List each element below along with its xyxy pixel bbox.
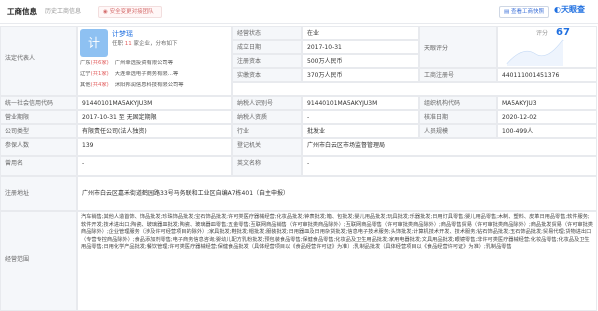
former-name-label: 曾用名 xyxy=(0,156,77,176)
staff-size-value: 100-499人 xyxy=(497,124,597,138)
spacer xyxy=(232,82,597,96)
credit-code-value: 91440101MA5AKYJU3M xyxy=(77,96,232,110)
address-value: 广州市白云区嘉禾街道鹤园路33号马务联和工业区自编A7栋401（自主申报） xyxy=(77,176,597,211)
taxpayer-qual-label: 纳税人资质 xyxy=(232,110,302,124)
authority-label: 登记机关 xyxy=(232,138,302,156)
approval-date-label: 核准日期 xyxy=(419,110,497,124)
capital-label: 注册资本 xyxy=(232,54,302,68)
legal-name[interactable]: 计梦瑶 xyxy=(112,30,133,39)
scope-value: 汽车销售;其他人造首饰、饰品批发;珍珠饰品批发;宝石饰品批发;许可类医疗器械经营… xyxy=(81,214,593,251)
insured-label: 参保人数 xyxy=(0,138,77,156)
relation-region: 广东 xyxy=(80,60,91,66)
industry-label: 行业 xyxy=(232,124,302,138)
credit-code-label: 统一社会信用代码 xyxy=(0,96,77,110)
term-value: 2017-10-31 至 无固定期限 xyxy=(77,110,232,124)
score-sublabel: 评分 xyxy=(536,30,549,37)
relation-count: (共6家) xyxy=(90,60,109,66)
reg-no-value: 440111001451376 xyxy=(497,68,597,82)
notice-text: 安全变更对接团队 xyxy=(109,9,154,15)
snapshot-button[interactable]: ▤ 查看工商快照 xyxy=(499,6,549,18)
relation-row[interactable]: 其他(共4家) 沭阳邦润信息科技有限公司等 xyxy=(80,82,233,89)
stats-count[interactable]: 11 xyxy=(125,41,132,47)
score-value: 67 xyxy=(556,27,570,38)
relation-region: 其他 xyxy=(80,82,91,88)
scope-label: 经营范围 xyxy=(0,211,77,311)
approval-date-value: 2020-12-02 xyxy=(497,110,597,124)
taxpayer-id-value: 91440101MA5AKYJU3M xyxy=(302,96,419,110)
established-value: 2017-10-31 xyxy=(302,40,419,54)
relation-company: 大连幸选电子商务有限…等 xyxy=(114,71,179,77)
taxpayer-id-label: 纳税人识别号 xyxy=(232,96,302,110)
staff-size-label: 人员规模 xyxy=(419,124,497,138)
relation-company: 沭阳邦润信息科技有限公司等 xyxy=(114,82,184,88)
legal-label: 法定代表人 xyxy=(0,26,77,96)
relation-company: 广州幸选投资有限公司等 xyxy=(114,60,173,66)
legal-stats: 任职 11 家企业，分布如下 xyxy=(112,41,178,48)
reg-no-label: 工商注册号 xyxy=(419,68,497,82)
english-name-label: 英文名称 xyxy=(232,156,302,176)
document-icon: ▤ xyxy=(504,9,511,15)
english-name-value: - xyxy=(302,156,597,176)
notice-badge[interactable]: ◉ 安全变更对接团队 xyxy=(98,6,162,18)
avatar: 计 xyxy=(80,29,108,57)
status-value: 在业 xyxy=(302,26,419,40)
org-code-label: 组织机构代码 xyxy=(419,96,497,110)
term-label: 营业期限 xyxy=(0,110,77,124)
snapshot-label: 查看工商快照 xyxy=(510,9,544,15)
score-label-cell: 天眼评分 xyxy=(419,26,497,68)
topbar: 工商信息 历史工商信息 ◉ 安全变更对接团队 ▤ 查看工商快照 ◐天眼查 xyxy=(0,0,598,24)
org-code-value: MA5AKYJU3 xyxy=(497,96,597,110)
stats-suffix: 家企业，分布如下 xyxy=(133,41,178,47)
relation-row[interactable]: 辽宁(共1家) 大连幸选电子商务有限…等 xyxy=(80,71,233,78)
eye-icon: ◐ xyxy=(554,5,561,14)
company-type-value: 有限责任公司(法人独资) xyxy=(77,124,232,138)
relation-row[interactable]: 广东(共6家) 广州幸选投资有限公司等 xyxy=(80,60,233,67)
brand-name: 天眼查 xyxy=(560,5,585,14)
industry-value: 批发业 xyxy=(302,124,419,138)
former-name-value: - xyxy=(77,156,232,176)
insured-value: 139 xyxy=(77,138,232,156)
capital-value: 500万人民币 xyxy=(302,54,419,68)
status-label: 经营状态 xyxy=(232,26,302,40)
established-label: 成立日期 xyxy=(232,40,302,54)
section-title: 工商信息 xyxy=(7,7,37,16)
authority-value: 广州市白云区市场监督管理局 xyxy=(302,138,597,156)
address-label: 注册地址 xyxy=(0,176,77,211)
relation-count: (共4家) xyxy=(90,82,109,88)
taxpayer-qual-value: - xyxy=(302,110,419,124)
paid-capital-value: 370万人民币 xyxy=(302,68,419,82)
brand-logo: ◐天眼查 xyxy=(554,5,585,15)
company-type-label: 公司类型 xyxy=(0,124,77,138)
relation-region: 辽宁 xyxy=(80,71,91,77)
relation-count: (共1家) xyxy=(90,71,109,77)
paid-capital-label: 实缴资本 xyxy=(232,68,302,82)
stats-prefix: 任职 xyxy=(112,41,124,47)
history-tab[interactable]: 历史工商信息 xyxy=(45,8,81,16)
score-chart-icon xyxy=(506,39,564,66)
